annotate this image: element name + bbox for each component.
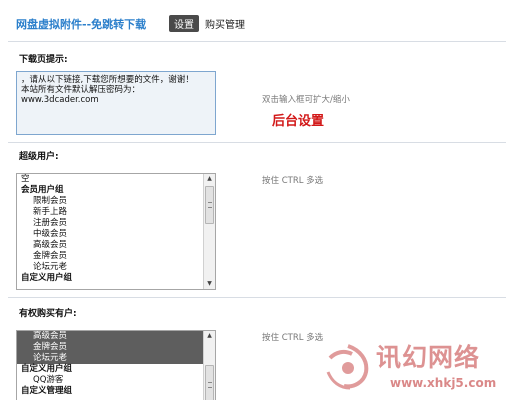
list-option-selected[interactable]: 金牌会员 xyxy=(17,342,203,353)
divider xyxy=(8,41,506,42)
divider xyxy=(8,142,506,143)
list-option-group: 会员用户组 xyxy=(21,185,64,195)
scroll-up-arrow-icon[interactable]: ▲ xyxy=(204,174,215,184)
super-users-hint: 按住 CTRL 多选 xyxy=(262,176,324,186)
buy-permission-hint: 按住 CTRL 多选 xyxy=(262,333,324,343)
download-tip-line: 本站所有文件默认解压密码为： xyxy=(21,85,141,95)
super-users-scrollbar[interactable]: ▲ ▼ xyxy=(203,174,215,289)
buy-permission-scrollbar[interactable]: ▲ xyxy=(203,331,215,400)
download-tip-label: 下载页提示: xyxy=(19,55,68,65)
backend-settings-annotation: 后台设置 xyxy=(272,114,325,129)
list-option[interactable]: 限制会员 xyxy=(17,196,203,207)
list-option-group: 自定义用户组 xyxy=(21,273,73,283)
watermark-logo-icon xyxy=(326,344,369,390)
buy-permission-select[interactable]: 高级会员 金牌会员 论坛元老 自定义用户组 QQ游客 自定义管理组 ▲ xyxy=(16,330,216,400)
download-tip-textarea[interactable]: ，请从以下链接,下载您所想要的文件，谢谢！ 本站所有文件默认解压密码为： www… xyxy=(16,71,216,135)
list-option-group: 自定义管理组 xyxy=(21,386,73,396)
tab-settings[interactable]: 设置 xyxy=(169,15,199,32)
watermark: 讯幻网络 www.xhkj5.com xyxy=(322,336,506,400)
list-option[interactable]: 高级会员 xyxy=(17,240,203,251)
list-option-selected[interactable]: 论坛元老 xyxy=(17,353,203,364)
list-option-selected[interactable]: 高级会员 xyxy=(17,331,203,342)
list-option[interactable]: 空 xyxy=(17,174,203,185)
plugin-header: 网盘虚拟附件--免跳转下载 设置 购买管理 xyxy=(0,0,506,38)
super-users-label: 超级用户: xyxy=(19,152,59,162)
scrollbar-thumb[interactable] xyxy=(205,365,214,400)
list-option[interactable]: 注册会员 xyxy=(17,218,203,229)
plugin-title: 网盘虚拟附件--免跳转下载 xyxy=(16,18,147,31)
list-option[interactable]: QQ游客 xyxy=(17,375,203,386)
scrollbar-thumb[interactable] xyxy=(205,186,214,224)
scroll-down-arrow-icon[interactable]: ▼ xyxy=(204,279,215,289)
list-option[interactable]: 论坛元老 xyxy=(17,262,203,273)
buy-permission-label: 有权购买有户: xyxy=(19,309,77,319)
scroll-up-arrow-icon[interactable]: ▲ xyxy=(204,331,215,341)
list-option-group: 自定义用户组 xyxy=(21,364,73,374)
download-tip-hint: 双击输入框可扩大/缩小 xyxy=(262,95,350,105)
watermark-url: www.xhkj5.com xyxy=(390,376,497,390)
tab-purchase-management[interactable]: 购买管理 xyxy=(205,16,245,31)
list-option[interactable]: 中级会员 xyxy=(17,229,203,240)
super-users-select[interactable]: 空 会员用户组 限制会员 新手上路 注册会员 中级会员 高级会员 金牌会员 论坛… xyxy=(16,173,216,290)
watermark-text: 讯幻网络 xyxy=(376,343,481,372)
divider xyxy=(8,297,506,298)
download-tip-line: ，请从以下链接,下载您所想要的文件，谢谢！ xyxy=(21,75,194,85)
list-option[interactable]: 新手上路 xyxy=(17,207,203,218)
list-option[interactable]: 金牌会员 xyxy=(17,251,203,262)
download-tip-line: www.3dcader.com xyxy=(21,95,99,105)
